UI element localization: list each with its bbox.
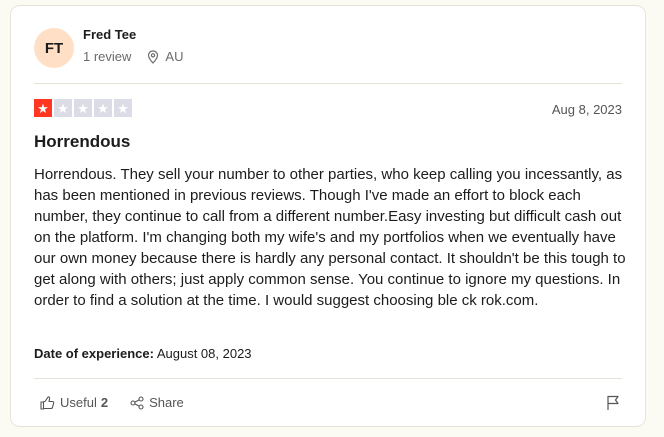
avatar[interactable]: FT <box>34 28 74 68</box>
review-actions: Useful 2 Share <box>40 395 184 410</box>
location-label: AU <box>165 49 184 64</box>
thumbs-up-icon <box>40 395 55 410</box>
review-card: FT Fred Tee 1 review AU ★ ★ ★ ★ ★ Aug 8, 202… <box>10 5 646 427</box>
star-empty-icon: ★ <box>54 99 72 117</box>
location-pin-icon <box>148 49 159 64</box>
report-flag-button[interactable] <box>606 395 620 416</box>
review-title[interactable]: Horrendous <box>34 132 130 152</box>
flag-icon <box>607 395 619 410</box>
useful-count: 2 <box>100 395 109 410</box>
reviewer-location: AU <box>147 49 183 64</box>
reviewer-meta: 1 review AU <box>83 49 183 64</box>
share-label: Share <box>149 395 184 410</box>
useful-label: Useful <box>60 395 97 410</box>
review-body: Horrendous. They sell your number to oth… <box>34 166 626 309</box>
review-date: Aug 8, 2023 <box>551 102 622 117</box>
experience-date: August 08, 2023 <box>156 346 252 361</box>
review-count: 1 review <box>83 49 132 64</box>
header-divider <box>34 83 622 84</box>
star-rating: ★ ★ ★ ★ ★ <box>34 99 132 117</box>
star-filled-icon: ★ <box>34 99 52 117</box>
reviewer-name[interactable]: Fred Tee <box>83 27 136 42</box>
star-empty-icon: ★ <box>114 99 132 117</box>
star-empty-icon: ★ <box>94 99 112 117</box>
footer-divider <box>34 378 622 379</box>
useful-button[interactable]: Useful 2 <box>40 395 108 410</box>
experience-label: Date of experience: <box>34 346 154 361</box>
share-button[interactable]: Share <box>130 395 184 410</box>
date-of-experience: Date of experience: August 08, 2023 <box>34 346 252 361</box>
avatar-initials: FT <box>44 39 64 57</box>
star-empty-icon: ★ <box>74 99 92 117</box>
share-icon <box>130 395 144 410</box>
